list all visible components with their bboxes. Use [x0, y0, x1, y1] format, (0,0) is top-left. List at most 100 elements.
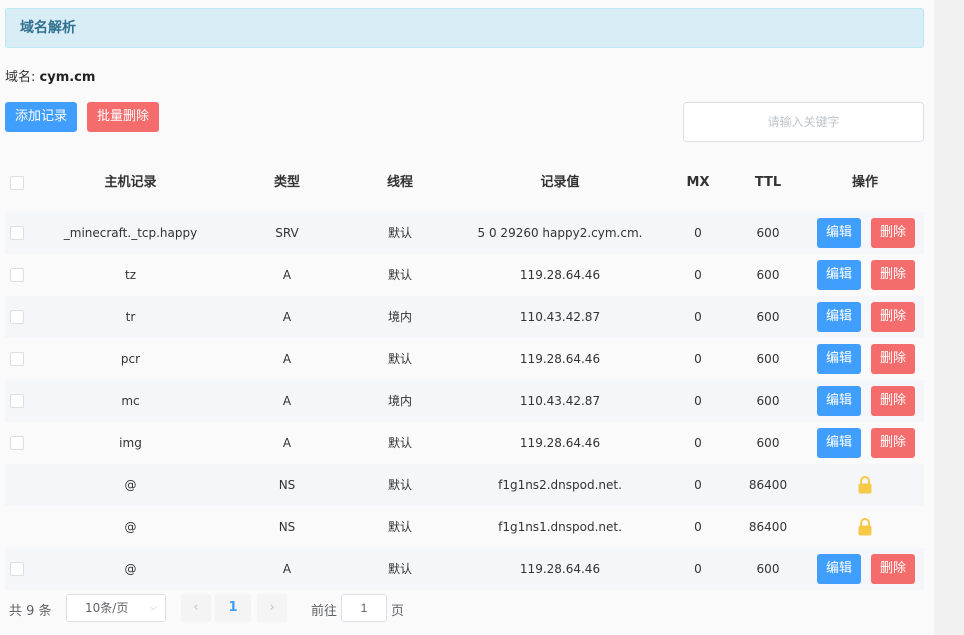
edit-button[interactable]: 编辑 — [817, 302, 861, 332]
edit-button[interactable]: 编辑 — [817, 218, 861, 248]
edit-button[interactable]: 编辑 — [817, 428, 861, 458]
row-select-cell — [5, 212, 29, 254]
select-all-cell — [5, 162, 29, 204]
search-input[interactable] — [683, 102, 924, 142]
cell-value: 5 0 29260 happy2.cym.cm. — [477, 226, 643, 240]
cell-ttl: 600 — [756, 310, 780, 324]
cell-type: NS — [278, 520, 296, 534]
edit-button[interactable]: 编辑 — [817, 386, 861, 416]
cell-line: 境内 — [387, 394, 412, 408]
table-row: tr A 境内 110.43.42.87 0 600 编辑 删除 — [5, 296, 924, 338]
row-checkbox[interactable] — [10, 268, 24, 282]
column-header-line: 线程 — [386, 175, 413, 190]
table-body: _minecraft._tcp.happy SRV 默认 5 0 29260 happ… — [5, 212, 924, 590]
cell-ttl: 600 — [756, 352, 780, 366]
cell-type: A — [282, 352, 292, 366]
lock-icon — [857, 518, 873, 536]
row-checkbox[interactable] — [10, 436, 24, 450]
edit-button[interactable]: 编辑 — [817, 344, 861, 374]
vertical-scrollbar[interactable] — [934, 0, 964, 635]
page-size-select[interactable]: 10条/页 ⌵ — [66, 594, 166, 622]
cell-host: @ — [124, 478, 137, 492]
column-header-type: 类型 — [273, 175, 300, 190]
row-select-cell — [5, 380, 29, 422]
select-all-checkbox[interactable] — [10, 176, 24, 190]
cell-ttl: 600 — [756, 268, 780, 282]
cell-line: 默认 — [387, 268, 412, 282]
column-header-mx: MX — [686, 175, 710, 190]
cell-value: 119.28.64.46 — [519, 436, 601, 450]
next-page-button[interactable]: › — [257, 594, 287, 622]
cell-ttl: 86400 — [748, 520, 788, 534]
column-header-host: 主机记录 — [104, 175, 157, 190]
domain-value: cym.cm — [39, 70, 96, 85]
edit-button[interactable]: 编辑 — [817, 554, 861, 584]
cell-mx: 0 — [694, 226, 702, 240]
cell-type: A — [282, 268, 292, 282]
cell-line: 默认 — [387, 352, 412, 366]
cell-host: mc — [121, 394, 140, 408]
table-row: pcr A 默认 119.28.64.46 0 600 编辑 删除 — [5, 338, 924, 380]
delete-button[interactable]: 删除 — [871, 260, 915, 290]
cell-line: 境内 — [387, 310, 412, 324]
cell-mx: 0 — [694, 394, 702, 408]
cell-line: 默认 — [387, 436, 412, 450]
main-panel: 域名解析 域名: cym.cm 添加记录 批量删除 主机记录 类型 线程 记录值… — [0, 0, 934, 635]
row-select-cell — [5, 338, 29, 380]
row-select-cell — [5, 548, 29, 590]
cell-value: f1g1ns1.dnspod.net. — [498, 520, 622, 534]
cell-ttl: 86400 — [748, 478, 788, 492]
row-select-cell — [5, 296, 29, 338]
lock-icon — [857, 476, 873, 494]
row-select-cell — [5, 254, 29, 296]
cell-mx: 0 — [694, 268, 702, 282]
cell-value: 119.28.64.46 — [519, 352, 601, 366]
edit-button[interactable]: 编辑 — [817, 260, 861, 290]
cell-value: 119.28.64.46 — [519, 562, 601, 576]
cell-host: _minecraft._tcp.happy — [63, 226, 198, 240]
page-size-value: 10条/页 — [85, 601, 129, 615]
cell-mx: 0 — [694, 478, 702, 492]
row-checkbox[interactable] — [10, 352, 24, 366]
pagination: 共 9 条 10条/页 ⌵ ‹ 1 › 前往 页 — [9, 594, 449, 622]
cell-host: @ — [124, 520, 137, 534]
cell-type: NS — [278, 478, 296, 492]
goto-label: 前往 — [311, 604, 338, 619]
delete-button[interactable]: 删除 — [871, 344, 915, 374]
cell-value: 110.43.42.87 — [519, 310, 601, 324]
row-checkbox[interactable] — [10, 310, 24, 324]
chevron-down-icon: ⌵ — [149, 602, 157, 613]
cell-line: 默认 — [387, 226, 412, 240]
cell-host: pcr — [120, 352, 141, 366]
bulk-delete-button[interactable]: 批量删除 — [87, 102, 159, 132]
table-row: @ NS 默认 f1g1ns2.dnspod.net. 0 86400 — [5, 464, 924, 506]
page-number-current[interactable]: 1 — [215, 594, 251, 622]
cell-ttl: 600 — [756, 226, 780, 240]
domain-label: 域名: — [5, 70, 40, 85]
row-checkbox[interactable] — [10, 562, 24, 576]
prev-page-button[interactable]: ‹ — [181, 594, 211, 622]
column-header-actions: 操作 — [851, 175, 878, 190]
cell-ttl: 600 — [756, 394, 780, 408]
delete-button[interactable]: 删除 — [871, 302, 915, 332]
cell-mx: 0 — [694, 436, 702, 450]
column-header-value: 记录值 — [540, 175, 580, 190]
table-row: mc A 境内 110.43.42.87 0 600 编辑 删除 — [5, 380, 924, 422]
page-title: 域名解析 — [20, 20, 76, 36]
cell-value: 119.28.64.46 — [519, 268, 601, 282]
records-table: 主机记录 类型 线程 记录值 MX TTL 操作 _minecraft._tcp… — [5, 162, 924, 590]
add-record-button[interactable]: 添加记录 — [5, 102, 77, 132]
table-header: 主机记录 类型 线程 记录值 MX TTL 操作 — [5, 162, 924, 204]
cell-value: 110.43.42.87 — [519, 394, 601, 408]
cell-type: SRV — [275, 226, 299, 240]
table-row: img A 默认 119.28.64.46 0 600 编辑 删除 — [5, 422, 924, 464]
delete-button[interactable]: 删除 — [871, 554, 915, 584]
row-checkbox[interactable] — [10, 394, 24, 408]
cell-host: img — [119, 436, 142, 450]
delete-button[interactable]: 删除 — [871, 386, 915, 416]
goto-page-input[interactable] — [341, 594, 387, 622]
cell-host: tz — [124, 268, 136, 282]
row-checkbox[interactable] — [10, 226, 24, 240]
delete-button[interactable]: 删除 — [871, 218, 915, 248]
delete-button[interactable]: 删除 — [871, 428, 915, 458]
